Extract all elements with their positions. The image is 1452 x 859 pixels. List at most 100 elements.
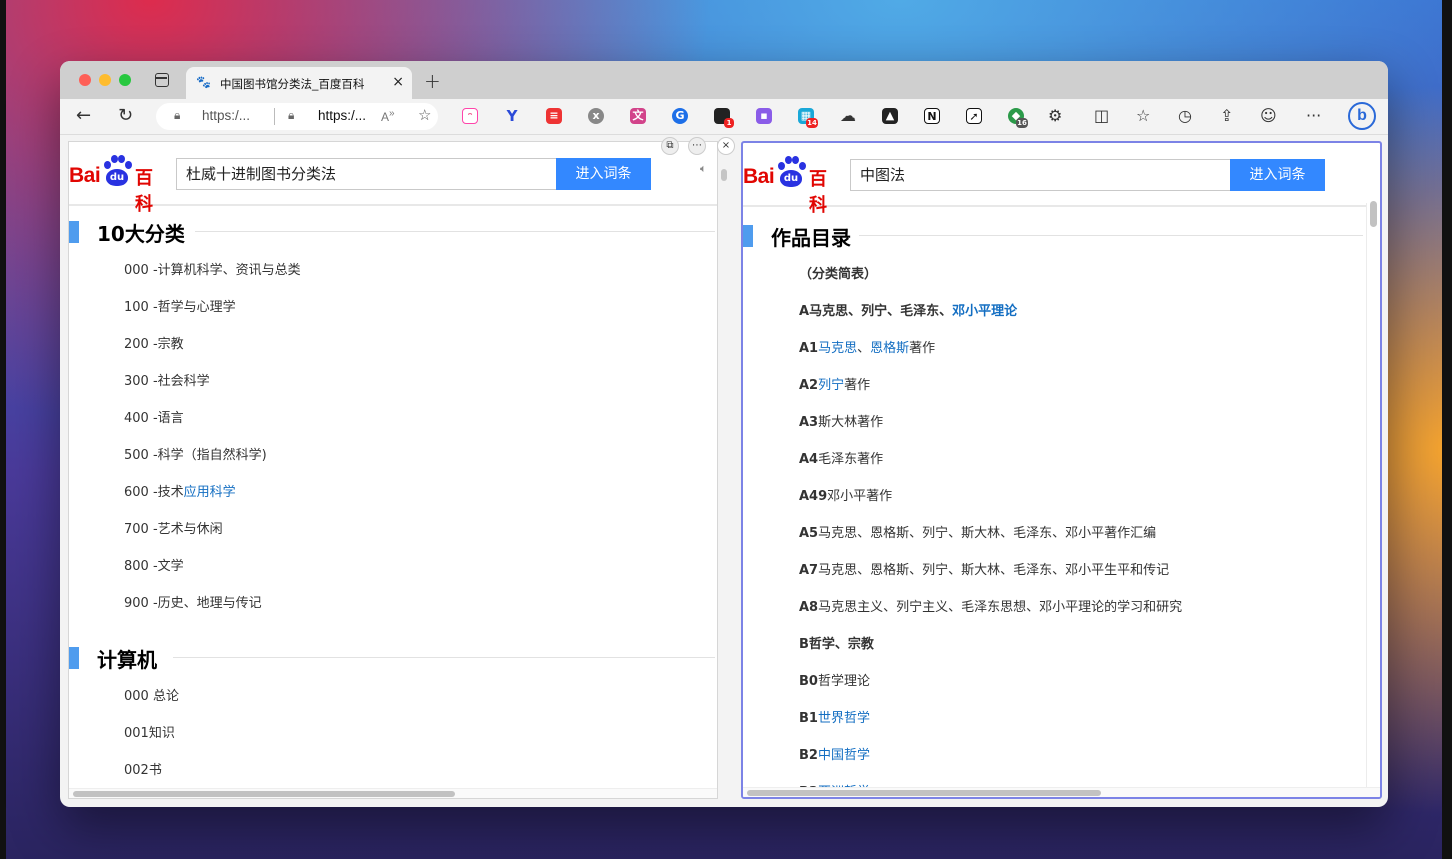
enter-entry-button[interactable]: 进入词条: [1230, 159, 1325, 191]
entry-link[interactable]: 世界哲学: [818, 711, 870, 726]
extension-cat-icon[interactable]: ᵔ: [462, 108, 478, 124]
entry-code: B1: [799, 711, 818, 726]
catalog-entry: A5马克思、恩格斯、列宁、斯大林、毛泽东、邓小平著作汇编: [799, 522, 1156, 541]
tab-baike[interactable]: 🐾 中国图书馆分类法_百度百科 ×: [186, 67, 412, 99]
extension-a-icon[interactable]: ▲: [882, 108, 898, 124]
entry-code: A49: [799, 489, 828, 504]
catalog-entry: A8马克思主义、列宁主义、毛泽东思想、邓小平理论的学习和研究: [799, 596, 1182, 615]
more-menu-icon[interactable]: ···: [1306, 106, 1321, 125]
refresh-icon[interactable]: ↻: [118, 105, 133, 126]
tab-close-icon[interactable]: ×: [392, 74, 404, 90]
back-icon[interactable]: ←: [76, 105, 91, 126]
address-bar[interactable]: 🔒︎ https:/... 🔒︎ https:/... A» ☆: [156, 103, 438, 130]
history-icon[interactable]: ◷: [1178, 106, 1192, 125]
catalog-entry: B哲学、宗教: [799, 633, 874, 652]
vertical-scrollbar[interactable]: [1366, 203, 1380, 787]
horizontal-scrollbar[interactable]: [743, 787, 1380, 797]
share-icon[interactable]: ⇪: [1220, 106, 1233, 125]
horizontal-scrollbar[interactable]: [69, 788, 717, 798]
extension-blocks-count: 14: [806, 118, 818, 128]
scrollbar-thumb[interactable]: [747, 790, 1101, 796]
cloud-icon[interactable]: ☁︎: [840, 106, 856, 125]
list-item-text: 600 -技术: [124, 485, 184, 500]
extension-notion-icon[interactable]: N: [924, 108, 940, 124]
entry-code: A1: [799, 341, 819, 356]
divider-handle[interactable]: [721, 169, 727, 181]
minimize-window-button[interactable]: [99, 74, 111, 86]
baidu-paw-icon: du: [102, 155, 132, 187]
logo-du-text: du: [780, 170, 802, 187]
close-window-button[interactable]: [79, 74, 91, 86]
extension-grid-icon[interactable]: ▪: [756, 108, 772, 124]
entry-text: 马克思、恩格斯、列宁、斯大林、毛泽东、邓小平著作汇编: [818, 526, 1157, 541]
desktop-edge-left: [0, 0, 6, 859]
search-input[interactable]: 中图法: [850, 159, 1230, 191]
open-in-tab-icon[interactable]: ⧉: [661, 137, 679, 155]
lock-icon: 🔒︎: [174, 108, 181, 122]
close-pane-icon[interactable]: ×: [717, 137, 735, 155]
enter-entry-button[interactable]: 进入词条: [556, 158, 651, 190]
extension-x-icon[interactable]: x: [588, 108, 604, 124]
url-separator: [274, 108, 275, 125]
entry-link[interactable]: 马克思: [818, 341, 857, 356]
section-bar: [69, 221, 79, 243]
url-left-text[interactable]: https:/...: [202, 108, 250, 123]
pane-more-icon[interactable]: ⋯: [688, 137, 706, 155]
entry-code: A: [799, 304, 810, 319]
section-divider: [195, 231, 715, 232]
entry-text: 马克思主义、列宁主义、毛泽东思想、邓小平理论的学习和研究: [818, 600, 1183, 615]
list-item: 700 -艺术与休闲: [124, 522, 223, 537]
subtitle: （分类简表）: [799, 267, 878, 282]
entry-code: A2: [799, 378, 819, 393]
extension-notes-icon[interactable]: ≡: [546, 108, 562, 124]
list-item: 400 -语言: [124, 411, 184, 426]
entry-code: A3: [799, 415, 819, 430]
feedback-icon[interactable]: ☺: [1260, 106, 1277, 125]
lock-icon: 🔒︎: [288, 108, 295, 122]
entry-text: 著作: [844, 378, 871, 393]
entry-link[interactable]: 恩格斯: [870, 341, 909, 356]
entry-link[interactable]: 邓小平理论: [952, 304, 1017, 319]
entry-code: B0: [799, 674, 818, 689]
entry-link[interactable]: 中国哲学: [818, 748, 870, 763]
search-input[interactable]: 杜威十进制图书分类法: [176, 158, 556, 190]
favorites-icon[interactable]: ☆: [1136, 106, 1150, 125]
extension-translate-icon[interactable]: 文: [630, 108, 646, 124]
read-aloud-icon[interactable]: A»: [381, 108, 395, 124]
baidu-paw-icon: du: [776, 156, 806, 188]
entry-text: 哲学、宗教: [808, 637, 874, 652]
applied-science-link[interactable]: 应用科学: [184, 485, 236, 500]
scrollbar-thumb[interactable]: [1370, 201, 1377, 227]
extension-send-icon[interactable]: ➚: [966, 108, 982, 124]
new-tab-button[interactable]: +: [424, 69, 441, 93]
logo-baike-text: 百科: [809, 169, 827, 216]
scrollbar-thumb[interactable]: [73, 791, 455, 797]
baidu-baike-logo[interactable]: Bai du 百科: [743, 155, 843, 216]
tab-actions-icon[interactable]: [155, 73, 169, 87]
entry-text: 著作: [909, 341, 936, 356]
url-right-text[interactable]: https:/...: [318, 108, 366, 123]
speaker-icon[interactable]: 🔈︎: [700, 162, 707, 176]
list-item: 100 -哲学与心理学: [124, 300, 236, 315]
extension-g-icon[interactable]: G: [672, 108, 688, 124]
list-item: 200 -宗教: [124, 337, 184, 352]
catalog-entry: B1世界哲学: [799, 707, 870, 726]
entry-link[interactable]: 列宁: [818, 378, 844, 393]
bing-copilot-icon[interactable]: b: [1348, 102, 1376, 130]
zoom-window-button[interactable]: [119, 74, 131, 86]
baidu-baike-logo[interactable]: Bai du 百科: [69, 154, 169, 215]
section-heading: 作品目录: [743, 222, 1363, 250]
entry-code: A5: [799, 526, 819, 541]
extension-v-icon[interactable]: Y: [504, 108, 520, 124]
add-favorite-icon[interactable]: ☆: [418, 106, 431, 124]
logo-baike-text: 百科: [135, 168, 153, 215]
catalog-entry: B0哲学理论: [799, 670, 870, 689]
section-heading: 计算机: [69, 644, 717, 672]
desktop-edge-right: [1442, 0, 1452, 859]
logo-bai-text: Bai: [69, 164, 101, 187]
section-title: 作品目录: [771, 226, 851, 250]
catalog-entry: A7马克思、恩格斯、列宁、斯大林、毛泽东、邓小平生平和传记: [799, 559, 1169, 578]
entry-code: A7: [799, 563, 819, 578]
extensions-puzzle-icon[interactable]: ⚙︎: [1048, 106, 1062, 125]
split-screen-icon[interactable]: ◫: [1094, 106, 1109, 125]
